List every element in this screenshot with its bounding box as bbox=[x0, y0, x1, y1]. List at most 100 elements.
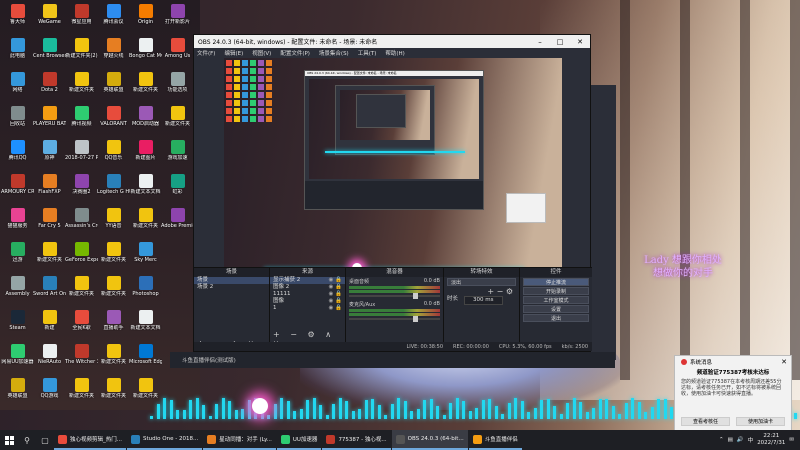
desktop-icon[interactable]: QQ音乐 bbox=[97, 138, 130, 172]
close-icon[interactable]: ✕ bbox=[781, 358, 787, 366]
desktop-icon[interactable]: 新建图片 bbox=[129, 138, 162, 172]
source-item[interactable]: 图像 ◉ 🔒 bbox=[270, 298, 345, 305]
menu-item[interactable]: 编辑(E) bbox=[224, 49, 243, 57]
desktop-icon[interactable]: 腾讯视频 bbox=[65, 104, 98, 138]
desktop-icon[interactable]: Steam bbox=[1, 308, 34, 342]
desktop-icon[interactable]: 新建文件夹 bbox=[97, 376, 130, 410]
desktop-icon[interactable]: 新建文件夹 bbox=[65, 70, 98, 104]
desktop-icon[interactable]: 鲁大师 bbox=[1, 2, 34, 36]
volume-slider[interactable] bbox=[349, 293, 440, 299]
desktop-icon[interactable]: 新建文件夹 bbox=[65, 274, 98, 308]
source-item[interactable]: 1 ◉ 🔒 bbox=[270, 305, 345, 312]
desktop-icon[interactable]: 网易UU加速器 bbox=[1, 342, 34, 376]
desktop-icon[interactable]: 英雄联盟 bbox=[97, 70, 130, 104]
desktop-icon[interactable]: 新建文件夹 bbox=[129, 70, 162, 104]
desktop-icon[interactable]: 网络 bbox=[1, 70, 34, 104]
desktop-icon[interactable]: VALORANT bbox=[97, 104, 130, 138]
desktop-icon[interactable]: 新建文件夹 bbox=[129, 206, 162, 240]
desktop-icon[interactable]: 新建文件夹 bbox=[97, 342, 130, 376]
menu-item[interactable]: 场景集合(S) bbox=[319, 49, 349, 57]
taskbar-app[interactable]: Studio One - 2018... bbox=[127, 430, 203, 450]
desktop-icon[interactable]: Among Us bbox=[161, 36, 194, 70]
desktop-icon[interactable]: ARMOURY CRATE bbox=[1, 172, 34, 206]
desktop-icon[interactable]: Microsoft Edge bbox=[129, 342, 162, 376]
obs-titlebar[interactable]: OBS 24.0.3 (64-bit, windows) - 配置文件: 未命名… bbox=[194, 35, 590, 48]
visibility-lock-icon[interactable]: ◉ 🔒 bbox=[329, 277, 342, 284]
desktop-icon[interactable]: 新建文件夹(2) bbox=[65, 36, 98, 70]
desktop-icon[interactable]: 打开新影片 bbox=[161, 2, 194, 36]
desktop-icon[interactable]: Far Cry 5 bbox=[33, 206, 66, 240]
exit-button[interactable]: 退出 bbox=[523, 314, 589, 322]
network-icon[interactable]: ▤ bbox=[728, 437, 733, 443]
desktop-icon[interactable]: 腾讯会议 bbox=[97, 2, 130, 36]
duration-input[interactable]: 300 ms bbox=[464, 296, 503, 305]
volume-slider[interactable] bbox=[349, 316, 440, 322]
desktop-icon[interactable]: 新建文件夹 bbox=[65, 376, 98, 410]
desktop-icon[interactable]: 微星应用 bbox=[65, 2, 98, 36]
studio-mode-button[interactable]: 工作室模式 bbox=[523, 296, 589, 304]
scene-item[interactable]: 场景 bbox=[194, 277, 269, 284]
menu-item[interactable]: 配置文件(P) bbox=[280, 49, 310, 57]
desktop-icon[interactable]: 英雄联盟 bbox=[1, 376, 34, 410]
settings-button[interactable]: 设置 bbox=[523, 305, 589, 313]
view-task-button[interactable]: 查看考核任 bbox=[681, 417, 730, 426]
start-button[interactable] bbox=[0, 430, 18, 450]
source-item[interactable]: 显示捕获 2 ◉ 🔒 bbox=[270, 277, 345, 284]
visibility-lock-icon[interactable]: ◉ 🔒 bbox=[329, 298, 342, 305]
desktop-icon[interactable]: 回收站 bbox=[1, 104, 34, 138]
menu-item[interactable]: 工具(T) bbox=[358, 49, 377, 57]
scene-item[interactable]: 场景 2 bbox=[194, 284, 269, 291]
desktop-icon[interactable]: Logitech G HUB bbox=[97, 172, 130, 206]
minimize-icon[interactable]: – bbox=[530, 38, 550, 46]
source-item[interactable]: 11111 ◉ 🔒 bbox=[270, 291, 345, 298]
desktop-icon[interactable]: 新建文件夹 bbox=[161, 104, 194, 138]
notification-center-icon[interactable]: ✉ bbox=[789, 437, 794, 443]
search-icon[interactable]: ⚲ bbox=[18, 430, 36, 450]
close-icon[interactable]: ✕ bbox=[570, 38, 590, 46]
desktop-icon[interactable]: 决赛圈2 bbox=[65, 172, 98, 206]
desktop-icon[interactable]: 新建文本文档 bbox=[129, 172, 162, 206]
obs-window[interactable]: OBS 24.0.3 (64-bit, windows) - 配置文件: 未命名… bbox=[193, 34, 592, 352]
desktop-icon[interactable]: The Witcher 3 Wild Hunt bbox=[65, 342, 98, 376]
desktop-icon[interactable]: Adobe Premiere bbox=[161, 206, 194, 240]
desktop-icon[interactable]: 此电脑 bbox=[1, 36, 34, 70]
desktop-icon[interactable]: 直播助手 bbox=[97, 308, 130, 342]
volume-icon[interactable]: 🔊 bbox=[737, 437, 744, 443]
desktop-icon[interactable]: 功能选项 bbox=[161, 70, 194, 104]
menu-item[interactable]: 文件(F) bbox=[197, 49, 215, 57]
desktop-icon[interactable]: WeGame bbox=[33, 2, 66, 36]
taskbar-app[interactable]: UU加速器 bbox=[276, 430, 322, 450]
desktop-icon[interactable]: 新建文本文档 bbox=[129, 308, 162, 342]
system-notification[interactable]: 系统消息 ✕ 频道验证775387考核未达标 您的频道验证775387在本考核周… bbox=[674, 355, 792, 431]
tray-arrow-icon[interactable]: ⌃ bbox=[719, 437, 724, 443]
use-card-button[interactable]: 使用加油卡 bbox=[736, 417, 785, 426]
desktop-icon[interactable]: QQ游戏 bbox=[33, 376, 66, 410]
taskbar-app[interactable]: 星动同播：对手 (Ly... bbox=[203, 430, 276, 450]
desktop-icon[interactable]: 腾讯QQ bbox=[1, 138, 34, 172]
visibility-lock-icon[interactable]: ◉ 🔒 bbox=[329, 291, 342, 298]
visibility-lock-icon[interactable]: ◉ 🔒 bbox=[329, 305, 342, 312]
desktop-icon[interactable]: 全民K歌 bbox=[65, 308, 98, 342]
desktop-icon[interactable]: 新建文件夹 bbox=[33, 240, 66, 274]
desktop-icon[interactable]: Assassin's Creed bbox=[65, 206, 98, 240]
task-view-icon[interactable]: ▢ bbox=[36, 430, 54, 450]
obs-preview[interactable]: OBS 24.0.3 (64-bit, windows) - 配置文件: 未命名… bbox=[224, 58, 562, 287]
desktop-icon[interactable]: Bongo Cat Mver bbox=[129, 36, 162, 70]
desktop-icon[interactable]: 猫猫服务 bbox=[1, 206, 34, 240]
desktop-icon[interactable]: 新建 bbox=[33, 308, 66, 342]
desktop-icon[interactable]: Origin bbox=[129, 2, 162, 36]
desktop-icon[interactable]: 新建文件夹 bbox=[97, 240, 130, 274]
desktop-icon[interactable]: 穿越火线 bbox=[97, 36, 130, 70]
desktop-icon[interactable]: Assembly bbox=[1, 274, 34, 308]
input-language[interactable]: 中 bbox=[748, 436, 754, 444]
desktop-icon[interactable]: MOD启动器 bbox=[129, 104, 162, 138]
desktop-icon[interactable]: FlashFXP bbox=[33, 172, 66, 206]
visibility-lock-icon[interactable]: ◉ 🔒 bbox=[329, 284, 342, 291]
desktop-icon[interactable]: YY语音 bbox=[97, 206, 130, 240]
taskbar-app[interactable]: OBS 24.0.3 (64-bit... bbox=[391, 430, 468, 450]
taskbar-app[interactable]: 斗鱼直播伴侣 bbox=[468, 430, 522, 450]
desktop-icon[interactable]: 虹彩 bbox=[161, 172, 194, 206]
desktop-icon[interactable]: PLAYERU BATTLEGR bbox=[33, 104, 66, 138]
desktop-icon[interactable]: 原神 bbox=[33, 138, 66, 172]
desktop-icon[interactable]: Photoshop bbox=[129, 274, 162, 308]
